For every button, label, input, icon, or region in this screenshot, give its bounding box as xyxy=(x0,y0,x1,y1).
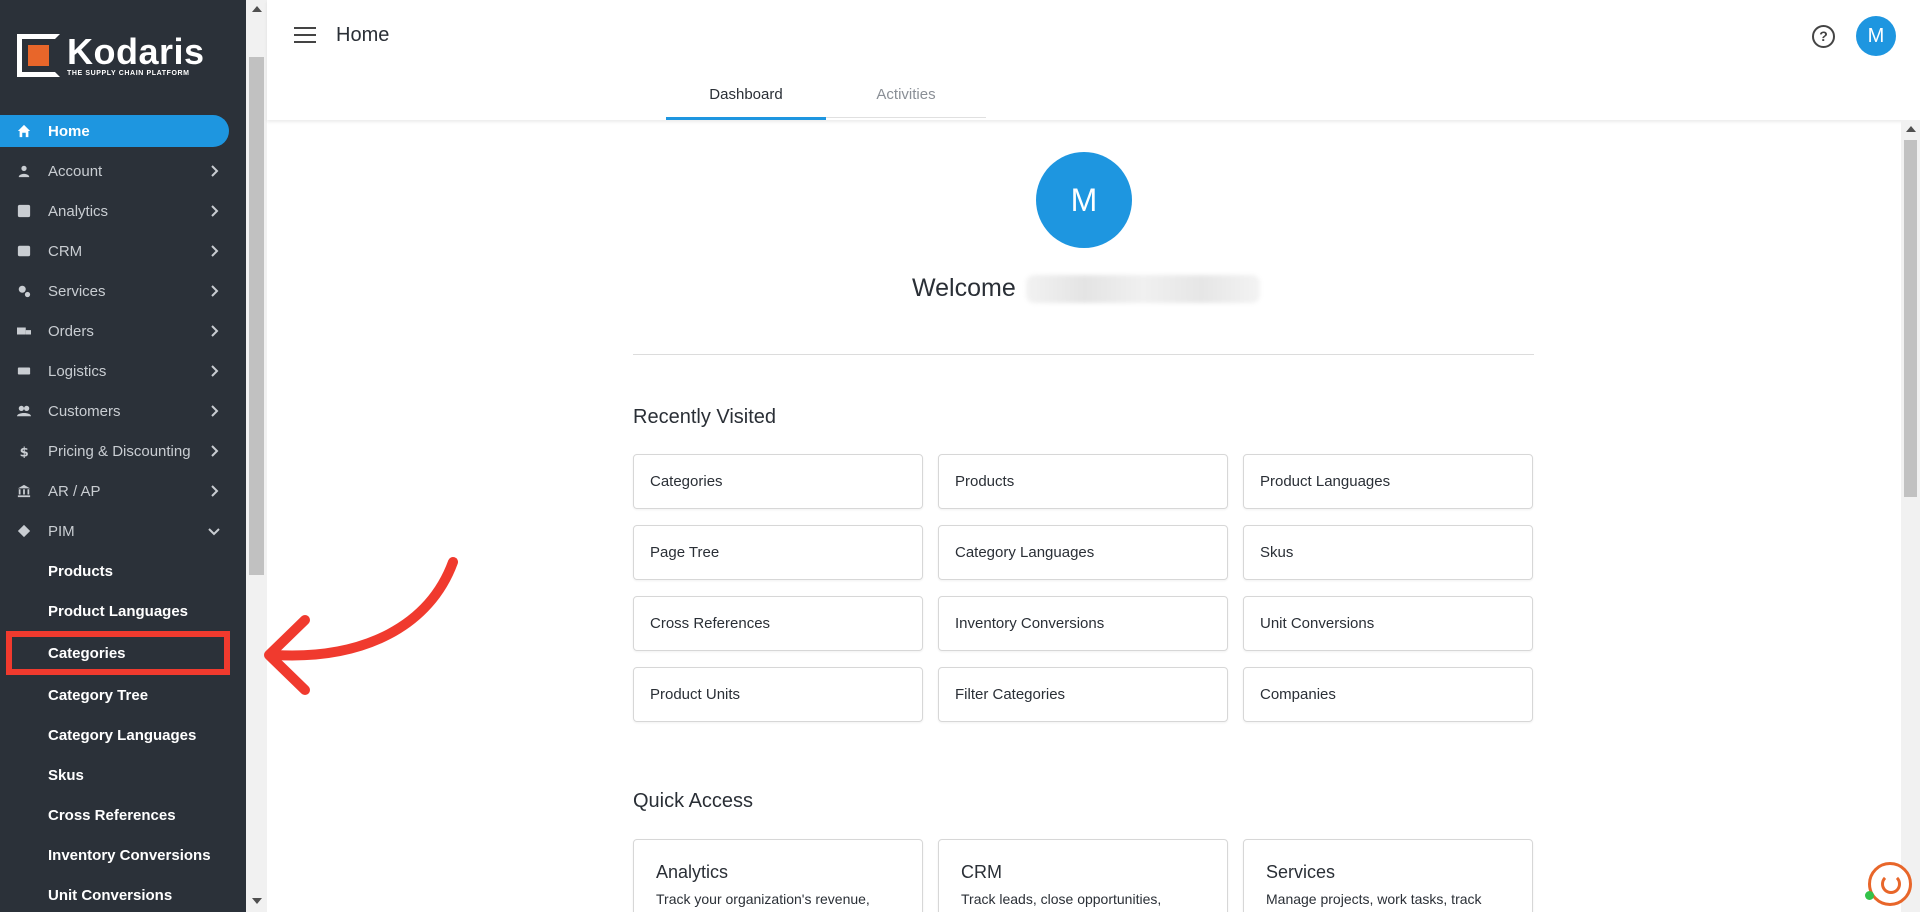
sidebar-item-pim[interactable]: PIM xyxy=(0,511,236,551)
svg-text:$: $ xyxy=(20,445,29,458)
sidebar-item-analytics[interactable]: Analytics xyxy=(0,191,236,231)
chevron-right-icon xyxy=(206,323,222,339)
sidebar: Kodaris THE SUPPLY CHAIN PLATFORM Home A… xyxy=(0,0,246,912)
gears-icon xyxy=(0,284,48,298)
sidebar-subitem-category-languages[interactable]: Category Languages xyxy=(0,715,236,755)
bank-icon xyxy=(0,484,48,498)
chevron-right-icon xyxy=(206,443,222,459)
chevron-right-icon xyxy=(206,283,222,299)
sidebar-item-account[interactable]: Account xyxy=(0,151,236,191)
sidebar-item-home[interactable]: Home xyxy=(0,115,229,147)
chevron-right-icon xyxy=(206,403,222,419)
main-scrollbar[interactable] xyxy=(1901,120,1920,912)
scrollbar-thumb[interactable] xyxy=(1904,140,1917,497)
sidebar-item-orders[interactable]: Orders xyxy=(0,311,236,351)
annotation-arrow-icon xyxy=(264,557,458,695)
recent-card-product-languages[interactable]: Product Languages xyxy=(1243,454,1533,509)
scroll-down-arrow-icon[interactable] xyxy=(252,898,262,904)
hamburger-menu-icon[interactable] xyxy=(294,27,316,45)
home-icon xyxy=(0,124,48,138)
chevron-right-icon xyxy=(206,483,222,499)
sidebar-subitem-skus[interactable]: Skus xyxy=(0,755,236,795)
tag-icon xyxy=(0,524,48,538)
quick-access-title-text: Analytics xyxy=(656,862,729,882)
logo-brand: Kodaris xyxy=(67,30,205,72)
redacted-email xyxy=(1025,274,1260,303)
chevron-down-icon xyxy=(206,523,222,539)
truck-icon xyxy=(0,324,48,338)
delivery-icon xyxy=(0,364,48,378)
quick-access-title: Quick Access xyxy=(633,790,754,812)
contact-card-icon xyxy=(0,244,48,258)
section-divider xyxy=(633,354,1534,355)
recent-card-category-languages[interactable]: Category Languages xyxy=(938,525,1228,580)
recent-card-unit-conversions[interactable]: Unit Conversions xyxy=(1243,596,1533,651)
recently-visited-title: Recently Visited xyxy=(633,406,777,428)
welcome-label: Welcome xyxy=(912,274,1016,302)
recent-card-product-units[interactable]: Product Units xyxy=(633,667,923,722)
chevron-right-icon xyxy=(206,243,222,259)
quick-access-services[interactable]: Services Manage projects, work tasks, tr… xyxy=(1243,839,1533,912)
scroll-up-arrow-icon[interactable] xyxy=(1906,126,1916,132)
sidebar-item-crm[interactable]: CRM xyxy=(0,231,236,271)
user-avatar[interactable]: M xyxy=(1856,16,1896,56)
quick-access-desc: Manage projects, work tasks, track xyxy=(1266,891,1482,907)
tab-dashboard[interactable]: Dashboard xyxy=(666,78,826,120)
sidebar-subitem-categories[interactable]: Categories xyxy=(6,631,230,675)
sidebar-subitem-cross-references[interactable]: Cross References xyxy=(0,795,236,835)
recent-card-page-tree[interactable]: Page Tree xyxy=(633,525,923,580)
sidebar-item-pricing[interactable]: $ Pricing & Discounting xyxy=(0,431,236,471)
sidebar-item-ar-ap[interactable]: AR / AP xyxy=(0,471,236,511)
chevron-right-icon xyxy=(206,203,222,219)
quick-access-grid: Analytics Track your organization's reve… xyxy=(633,839,1535,912)
sidebar-item-logistics[interactable]: Logistics xyxy=(0,351,236,391)
logo-tagline: THE SUPPLY CHAIN PLATFORM xyxy=(67,69,190,77)
recent-card-skus[interactable]: Skus xyxy=(1243,525,1533,580)
sidebar-scrollbar[interactable] xyxy=(246,0,267,912)
dollar-icon: $ xyxy=(0,444,48,458)
quick-access-desc: Track leads, close opportunities, xyxy=(961,891,1162,907)
top-header: Home ? M xyxy=(267,0,1920,120)
recent-card-filter-categories[interactable]: Filter Categories xyxy=(938,667,1228,722)
sidebar-nav: Home Account Analytics CRM Services Orde… xyxy=(0,111,236,912)
recent-card-inventory-conversions[interactable]: Inventory Conversions xyxy=(938,596,1228,651)
analytics-icon xyxy=(0,204,48,218)
recent-card-companies[interactable]: Companies xyxy=(1243,667,1533,722)
sidebar-item-label: Home xyxy=(48,122,90,140)
sidebar-subitem-category-tree[interactable]: Category Tree xyxy=(0,675,236,715)
welcome-message: Welcome xyxy=(912,274,1260,303)
sidebar-subitem-product-languages[interactable]: Product Languages xyxy=(0,591,236,631)
sidebar-item-customers[interactable]: Customers xyxy=(0,391,236,431)
help-icon[interactable]: ? xyxy=(1812,25,1835,48)
quick-access-crm[interactable]: CRM Track leads, close opportunities, xyxy=(938,839,1228,912)
sidebar-item-services[interactable]: Services xyxy=(0,271,236,311)
chat-support-icon[interactable] xyxy=(1865,862,1912,906)
people-icon xyxy=(0,404,48,418)
quick-access-title-text: Services xyxy=(1266,862,1336,882)
kodaris-logo[interactable]: Kodaris THE SUPPLY CHAIN PLATFORM xyxy=(17,30,205,77)
sidebar-subitem-unit-conversions[interactable]: Unit Conversions xyxy=(0,875,236,912)
person-icon xyxy=(0,164,48,178)
quick-access-desc: Track your organization's revenue, xyxy=(656,891,870,907)
sidebar-subitem-products[interactable]: Products xyxy=(0,551,236,591)
tab-activities[interactable]: Activities xyxy=(826,78,986,120)
recent-card-cross-references[interactable]: Cross References xyxy=(633,596,923,651)
recently-visited-grid: Categories Products Product Languages Pa… xyxy=(633,454,1535,722)
scroll-up-arrow-icon[interactable] xyxy=(252,6,262,12)
scrollbar-thumb[interactable] xyxy=(249,57,264,575)
welcome-avatar: M xyxy=(1036,152,1132,248)
quick-access-title-text: CRM xyxy=(961,862,1002,882)
recent-card-categories[interactable]: Categories xyxy=(633,454,923,509)
quick-access-analytics[interactable]: Analytics Track your organization's reve… xyxy=(633,839,923,912)
dashboard-tabs: Dashboard Activities xyxy=(666,78,986,120)
chevron-right-icon xyxy=(206,163,222,179)
chevron-right-icon xyxy=(206,363,222,379)
kodaris-logo-icon xyxy=(17,34,60,77)
recent-card-products[interactable]: Products xyxy=(938,454,1228,509)
online-status-dot xyxy=(1865,891,1874,900)
page-title: Home xyxy=(336,24,390,46)
sidebar-subitem-inventory-conversions[interactable]: Inventory Conversions xyxy=(0,835,236,875)
